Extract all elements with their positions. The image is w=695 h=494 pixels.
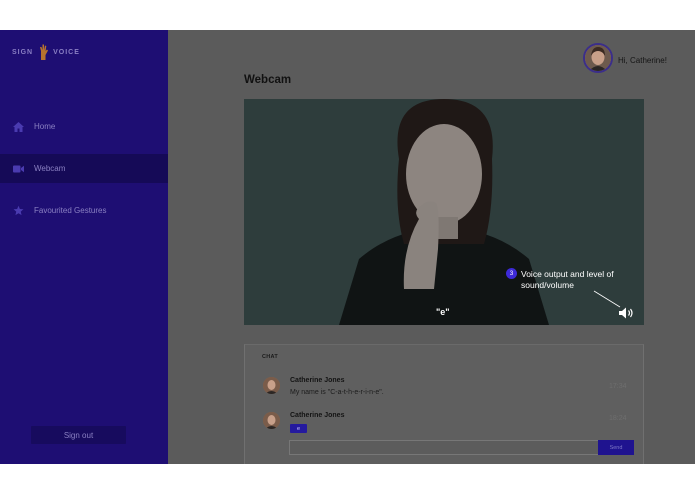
sign-out-button[interactable]: Sign out: [31, 426, 126, 444]
page-title: Webcam: [244, 74, 292, 86]
message-time: 17:34: [609, 383, 627, 390]
annotation-number-badge: 3: [506, 268, 517, 279]
annotation-text: Voice output and level of sound/volume: [521, 269, 614, 290]
sign-caption: "e": [436, 307, 450, 317]
home-icon: [12, 121, 24, 133]
logo-text-voice: VOICE: [53, 48, 80, 56]
sidebar-item-label: Home: [34, 122, 56, 131]
main-content: Hi, Catherine! Webcam "e" 3 Voice output…: [168, 30, 695, 464]
sidebar-item-label: Webcam: [34, 164, 66, 173]
webcam-video: "e" 3 Voice output and level of sound/vo…: [244, 99, 644, 325]
logo: SIGN VOICE: [12, 42, 80, 62]
message-text: My name is "C-a-t-h-e-r-i-n-e".: [290, 389, 384, 396]
chat-title: CHAT: [262, 354, 279, 360]
logo-text-sign: SIGN: [12, 48, 34, 56]
sidebar-item-webcam[interactable]: Webcam: [0, 154, 168, 183]
message-avatar: [263, 412, 280, 429]
chat-input[interactable]: [289, 440, 599, 455]
volume-icon[interactable]: [618, 306, 636, 320]
webcam-frame: [244, 99, 644, 325]
user-photo: [585, 45, 611, 71]
hand-logo-icon: [40, 44, 49, 60]
message-sender: Catherine Jones: [290, 412, 345, 419]
video-camera-icon: [12, 163, 24, 175]
app-window: SIGN VOICE Home Webcam Favourited Gestur…: [0, 30, 695, 464]
message-sender: Catherine Jones: [290, 377, 345, 384]
chat-panel: CHAT Catherine Jones My name is "C-a-t-h…: [244, 344, 644, 464]
message-time: 18:24: [609, 415, 627, 422]
sidebar-item-home[interactable]: Home: [0, 112, 168, 141]
sidebar: SIGN VOICE Home Webcam Favourited Gestur…: [0, 30, 168, 464]
sidebar-item-favourited-gestures[interactable]: Favourited Gestures: [0, 196, 168, 225]
message-letter-badge: e: [290, 424, 307, 433]
greeting-text: Hi, Catherine!: [618, 56, 667, 65]
avatar[interactable]: [583, 43, 613, 73]
sidebar-item-label: Favourited Gestures: [34, 206, 107, 215]
star-icon: [12, 205, 24, 217]
message-avatar: [263, 377, 280, 394]
send-button[interactable]: Send: [598, 440, 634, 455]
